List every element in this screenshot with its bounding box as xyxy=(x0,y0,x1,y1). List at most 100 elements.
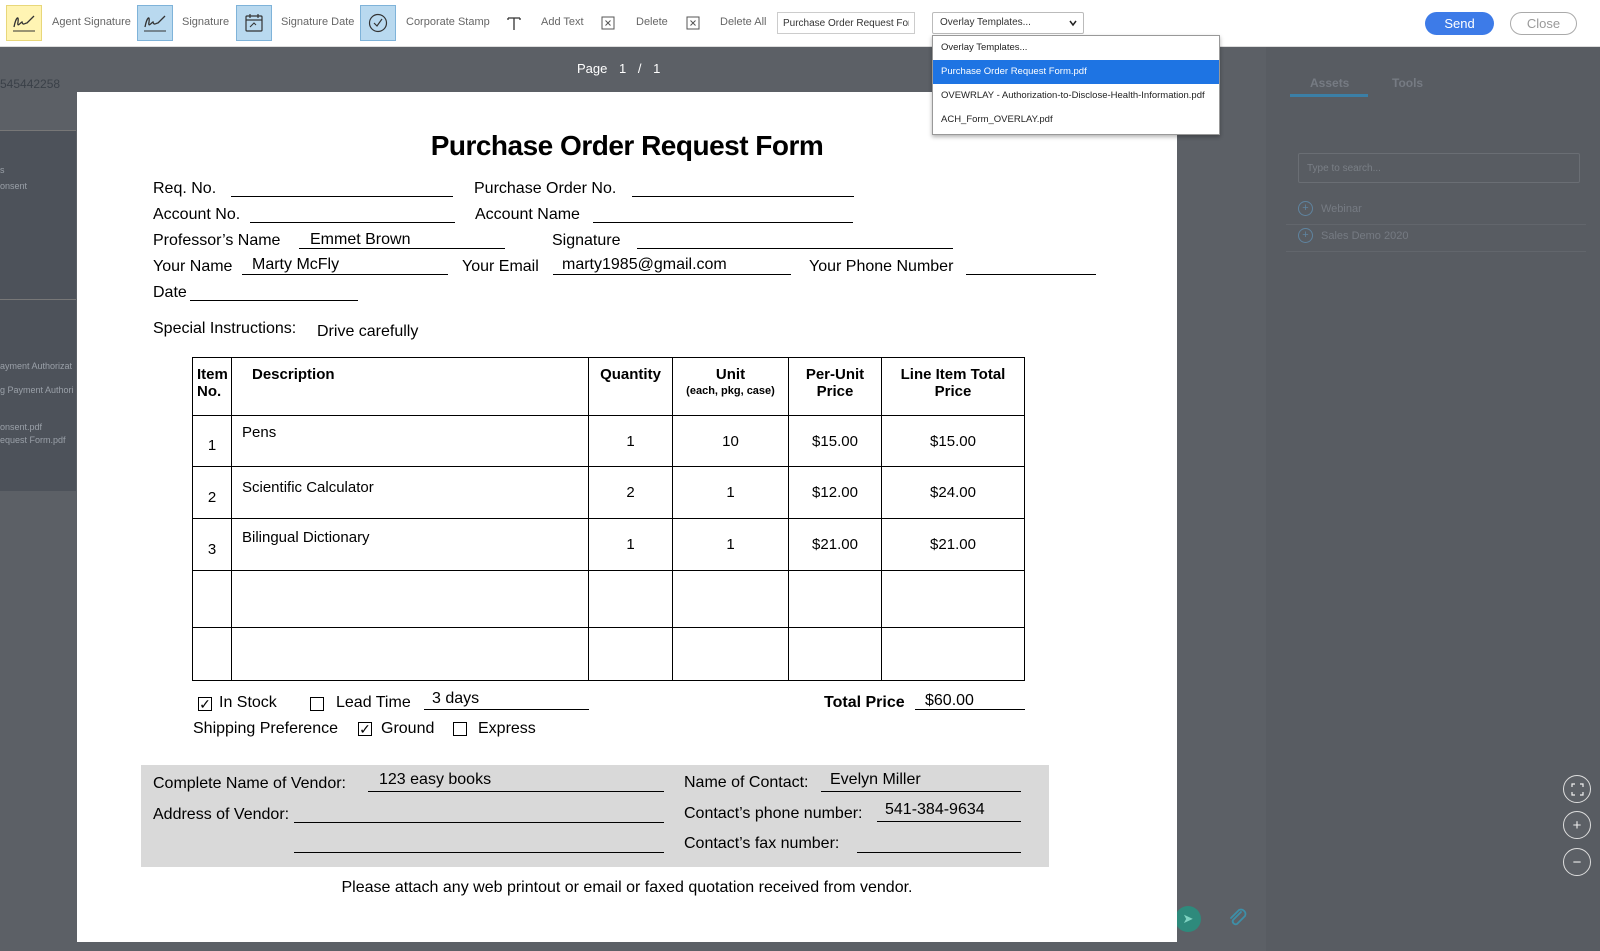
stamp-check-icon xyxy=(368,13,388,33)
account-no-field[interactable] xyxy=(250,222,455,223)
tab-tools[interactable]: Tools xyxy=(1392,76,1423,90)
cell-unit[interactable]: 1 xyxy=(672,466,789,519)
send-floating-button[interactable]: ➤ xyxy=(1175,906,1201,932)
date-field[interactable] xyxy=(190,300,358,301)
send-button[interactable]: Send xyxy=(1425,12,1494,35)
add-circle-icon: + xyxy=(1298,201,1313,216)
phone-label: Your Phone Number xyxy=(809,258,954,275)
cell-description[interactable]: Bilingual Dictionary xyxy=(231,518,589,571)
signature-pen-icon xyxy=(13,15,35,32)
cell-per-unit[interactable]: $12.00 xyxy=(788,466,882,519)
cell-per-unit[interactable]: $21.00 xyxy=(788,518,882,571)
list-item[interactable]: equest Form.pdf xyxy=(0,435,66,445)
your-email-value[interactable]: marty1985@gmail.com xyxy=(562,256,727,274)
calendar-icon xyxy=(245,14,263,32)
cell-total[interactable]: $21.00 xyxy=(881,518,1025,571)
zoom-out-button[interactable]: − xyxy=(1563,848,1591,876)
active-tab-indicator xyxy=(1290,94,1368,97)
dropdown-option[interactable]: Overlay Templates... xyxy=(933,36,1219,60)
total-price-value[interactable]: $60.00 xyxy=(925,692,974,710)
express-checkbox[interactable] xyxy=(453,722,467,736)
signature-label[interactable]: Signature xyxy=(182,16,229,28)
po-no-field[interactable] xyxy=(632,196,854,197)
your-name-value[interactable]: Marty McFly xyxy=(252,256,339,274)
signature-button[interactable] xyxy=(137,5,173,41)
document-page: Purchase Order Request Form Req. No. Pur… xyxy=(77,92,1177,942)
overlay-templates-select[interactable]: Overlay Templates... xyxy=(932,12,1084,34)
contact-name-label: Name of Contact: xyxy=(684,774,809,791)
lead-time-label: Lead Time xyxy=(336,694,411,711)
dropdown-option[interactable]: ACH_Form_OVERLAY.pdf xyxy=(933,108,1219,132)
assets-panel: Assets Tools Type to search... + Webinar… xyxy=(1266,46,1600,951)
list-item[interactable]: onsent xyxy=(0,181,27,191)
vendor-address-field-2[interactable] xyxy=(294,852,664,853)
delete-all-button[interactable] xyxy=(682,12,704,34)
th-description: Description xyxy=(231,357,589,416)
cell-total[interactable]: $15.00 xyxy=(881,415,1025,467)
account-name-field[interactable] xyxy=(593,222,853,223)
items-table: Item No. Description Quantity Unit (each, … xyxy=(192,357,1025,681)
contact-name-value[interactable]: Evelyn Miller xyxy=(830,771,921,789)
folder-webinar[interactable]: + Webinar xyxy=(1298,201,1362,216)
corporate-stamp-button[interactable] xyxy=(360,5,396,41)
cell-quantity[interactable]: 2 xyxy=(588,466,673,519)
your-name-label: Your Name xyxy=(153,258,233,275)
page-separator: / xyxy=(637,61,642,76)
lead-time-value[interactable]: 3 days xyxy=(432,690,479,708)
ground-checkbox[interactable]: ✓ xyxy=(358,722,372,736)
phone-field[interactable] xyxy=(966,274,1096,275)
cell-quantity[interactable]: 1 xyxy=(588,415,673,467)
divider xyxy=(1286,224,1586,225)
contact-phone-value[interactable]: 541-384-9634 xyxy=(885,801,985,819)
delete-all-label[interactable]: Delete All xyxy=(720,16,766,28)
agent-signature-label[interactable]: Agent Signature xyxy=(52,16,131,28)
list-item[interactable]: s xyxy=(0,165,5,175)
list-item[interactable]: ayment Authorizat xyxy=(0,361,72,371)
cell-description[interactable]: Pens xyxy=(231,415,589,467)
dropdown-option[interactable]: OVEWRLAY - Authorization-to-Disclose-Hea… xyxy=(933,84,1219,108)
contact-fax-field[interactable] xyxy=(857,852,1021,853)
paperclip-icon xyxy=(1230,908,1247,926)
document-name-field[interactable] xyxy=(777,12,915,34)
assets-search-input[interactable]: Type to search... xyxy=(1298,153,1580,183)
vendor-name-value[interactable]: 123 easy books xyxy=(379,771,491,789)
req-no-field[interactable] xyxy=(231,196,453,197)
tab-assets[interactable]: Assets xyxy=(1310,76,1349,90)
cell-unit[interactable]: 10 xyxy=(672,415,789,467)
minus-icon: − xyxy=(1572,853,1582,871)
vendor-name-label: Complete Name of Vendor: xyxy=(153,775,346,792)
folder-label: Webinar xyxy=(1321,202,1362,215)
add-text-label[interactable]: Add Text xyxy=(541,16,584,28)
cell-quantity[interactable]: 1 xyxy=(588,518,673,571)
cell-unit[interactable]: 1 xyxy=(672,518,789,571)
list-item[interactable]: onsent.pdf xyxy=(0,422,42,432)
add-text-button[interactable] xyxy=(503,12,525,34)
folder-sales-demo[interactable]: + Sales Demo 2020 xyxy=(1298,228,1408,243)
zoom-in-button[interactable]: + xyxy=(1563,811,1591,839)
th-quantity: Quantity xyxy=(588,357,673,416)
cell-total[interactable]: $24.00 xyxy=(881,466,1025,519)
dropdown-option-selected[interactable]: Purchase Order Request Form.pdf xyxy=(933,60,1219,84)
cell-description[interactable]: Scientific Calculator xyxy=(231,466,589,519)
lead-time-checkbox[interactable] xyxy=(310,697,324,711)
signature-date-button[interactable] xyxy=(236,5,272,41)
cell-item: 1 xyxy=(192,415,232,467)
delete-button[interactable] xyxy=(597,12,619,34)
corporate-stamp-label[interactable]: Corporate Stamp xyxy=(406,16,490,28)
signature-date-label[interactable]: Signature Date xyxy=(281,16,354,28)
vendor-address-field[interactable] xyxy=(294,822,664,823)
list-item[interactable]: g Payment Authori xyxy=(0,385,74,395)
professor-value[interactable]: Emmet Brown xyxy=(310,231,410,249)
in-stock-checkbox[interactable]: ✓ xyxy=(198,697,212,711)
attach-button[interactable] xyxy=(1226,906,1248,933)
close-button[interactable]: Close xyxy=(1510,12,1577,35)
fullscreen-button[interactable] xyxy=(1563,775,1591,803)
page-indicator: Page 1 / 1 xyxy=(577,61,668,76)
cell-per-unit[interactable]: $15.00 xyxy=(788,415,882,467)
signature-field[interactable] xyxy=(637,248,953,249)
agent-signature-button[interactable] xyxy=(6,5,42,41)
page-label: Page xyxy=(577,61,608,76)
divider xyxy=(1286,251,1586,252)
special-instructions-value[interactable]: Drive carefully xyxy=(317,323,418,341)
delete-label[interactable]: Delete xyxy=(636,16,668,28)
